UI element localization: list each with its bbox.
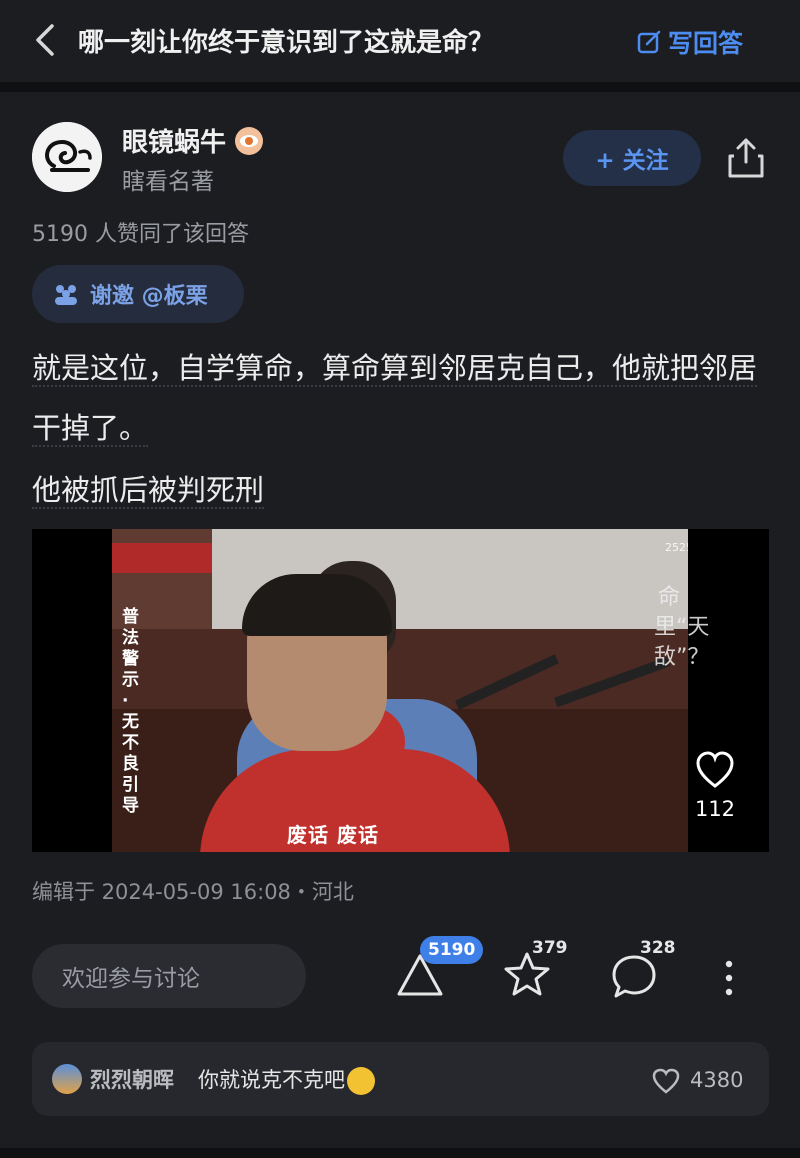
comment-count: 328 [640,938,676,958]
commenter-avatar [52,1064,82,1094]
video-like-count: 112 [694,797,736,821]
video-watermark-id: 2525617 [665,541,688,554]
invite-tag[interactable]: 谢邀 @板栗 [32,265,244,323]
upvote-count-badge: 5190 [420,936,484,964]
top-bar: 哪一刻让你终于意识到了这就是命？ 写回答 [0,0,800,82]
section-divider [0,82,800,92]
video-frame: 2525617 bilibili 废话 废话 [112,529,688,852]
question-title[interactable]: 哪一刻让你终于意识到了这就是命？ [78,22,494,59]
video-side-caption: 普法警示·无不良引导 [122,607,139,816]
share-icon[interactable] [726,136,766,180]
eye-badge-icon [235,126,264,155]
upvote-summary: 5190 人赞同了该回答 [32,222,249,247]
edit-meta: 编辑于 2024-05-09 16:08・河北 [32,880,354,904]
author-avatar[interactable] [32,122,102,192]
video-subtitle: 废话 废话 [287,823,379,847]
heart-icon[interactable] [695,751,735,789]
author-name: 眼镜蜗牛 [122,128,227,158]
video-right-caption: 命里“天敌”？ [654,585,710,670]
comment-input[interactable]: 欢迎参与讨论 [32,944,306,1008]
top-comment-preview[interactable]: 烈烈朝晖 你就说克不克吧 4380 [32,1042,769,1116]
comment-like-count: 4380 [690,1068,744,1092]
author-headline: 瞎看名著 [122,169,214,195]
comment-placeholder: 欢迎参与讨论 [62,966,200,992]
follow-button[interactable]: + 关注 [563,130,701,186]
laughing-emoji-icon [347,1067,375,1095]
video-player[interactable]: 2525617 bilibili 废话 废话 普法警示·无不良引导 命里“天敌”… [32,529,769,852]
comment-bubble-icon[interactable] [610,952,658,1000]
write-answer-button[interactable]: 写回答 [636,24,743,60]
back-arrow-icon[interactable] [30,22,66,58]
invite-label: 谢邀 @板栗 [90,284,208,309]
author-info[interactable]: 眼镜蜗牛 [122,122,264,159]
answer-paragraph: 就是这位，自学算命，算命算到邻居克自己，他就把邻居干掉了。 [32,351,758,447]
write-answer-label: 写回答 [668,29,744,58]
commenter-name: 烈烈朝晖 [90,1068,174,1092]
favorite-count: 379 [532,938,568,958]
snail-logo-icon [32,122,102,192]
more-options-icon[interactable] [722,958,736,998]
bottom-divider [0,1148,800,1158]
edit-icon [637,30,661,54]
comment-text: 你就说克不克吧 [198,1064,375,1095]
answer-paragraph: 他被抓后被判死刑 [32,473,265,509]
heart-outline-icon[interactable] [652,1068,680,1094]
crowd-icon [55,285,77,305]
